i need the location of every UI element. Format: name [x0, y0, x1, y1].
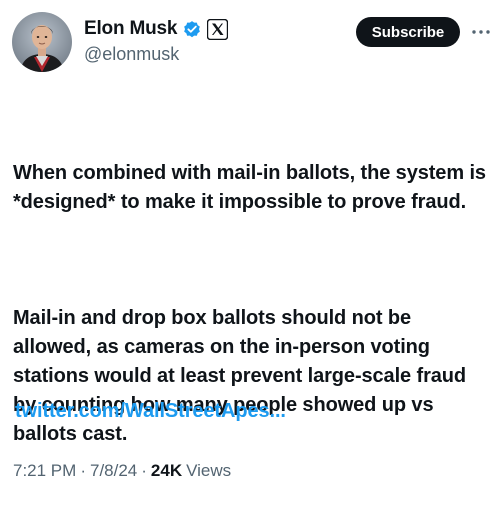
author-display-name[interactable]: Elon Musk: [84, 18, 177, 40]
more-dots-icon[interactable]: [470, 24, 492, 40]
tweet-meta: 7:21 PM · 7/8/24 · 24K Views: [13, 461, 231, 481]
avatar[interactable]: [12, 12, 72, 72]
tweet-time[interactable]: 7:21 PM: [13, 461, 76, 481]
views-label: Views: [186, 461, 232, 480]
tweet-paragraph-1: When combined with mail-in ballots, the …: [13, 162, 492, 213]
verified-badge-icon[interactable]: [182, 19, 202, 39]
subscribe-button[interactable]: Subscribe: [356, 17, 460, 47]
tweet-paragraph-2: Mail-in and drop box ballots should not …: [13, 307, 472, 445]
tweet-link[interactable]: twitter.com/WallStreetApes...: [15, 400, 286, 423]
tweet-date[interactable]: 7/8/24: [90, 461, 137, 481]
author-name-row: Elon Musk: [84, 16, 229, 42]
x-logo-icon[interactable]: [207, 18, 229, 40]
meta-separator: ·: [80, 461, 86, 480]
tweet-text: When combined with mail-in ballots, the …: [13, 101, 493, 507]
tweet-card: Elon Musk @elonmusk Subscribe When combi…: [0, 0, 500, 491]
author-handle[interactable]: @elonmusk: [84, 44, 228, 65]
author-block: Elon Musk @elonmusk: [84, 16, 229, 65]
views-count[interactable]: 24K: [151, 461, 182, 481]
meta-separator: ·: [141, 461, 147, 480]
